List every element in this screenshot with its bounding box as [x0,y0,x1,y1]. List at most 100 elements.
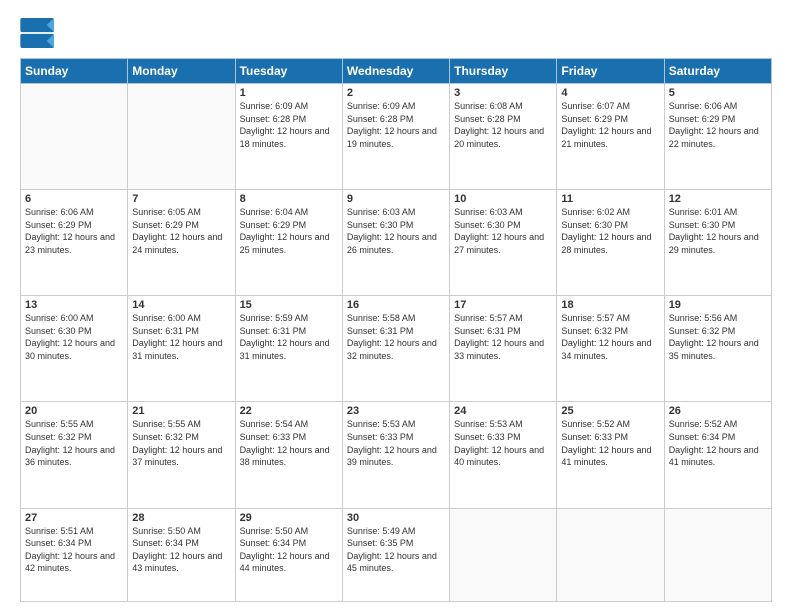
day-info: Sunrise: 6:00 AM Sunset: 6:30 PM Dayligh… [25,312,123,362]
day-info: Sunrise: 5:50 AM Sunset: 6:34 PM Dayligh… [132,525,230,575]
day-number: 29 [240,512,338,524]
day-number: 24 [454,405,552,417]
weekday-sunday: Sunday [21,59,128,84]
day-number: 19 [669,299,767,311]
calendar-cell: 22Sunrise: 5:54 AM Sunset: 6:33 PM Dayli… [235,402,342,508]
day-info: Sunrise: 5:57 AM Sunset: 6:31 PM Dayligh… [454,312,552,362]
day-info: Sunrise: 5:55 AM Sunset: 6:32 PM Dayligh… [132,418,230,468]
calendar-cell: 30Sunrise: 5:49 AM Sunset: 6:35 PM Dayli… [342,508,449,601]
calendar-cell: 6Sunrise: 6:06 AM Sunset: 6:29 PM Daylig… [21,190,128,296]
calendar-cell: 16Sunrise: 5:58 AM Sunset: 6:31 PM Dayli… [342,296,449,402]
week-row-4: 20Sunrise: 5:55 AM Sunset: 6:32 PM Dayli… [21,402,772,508]
calendar-table: SundayMondayTuesdayWednesdayThursdayFrid… [20,58,772,602]
weekday-header-row: SundayMondayTuesdayWednesdayThursdayFrid… [21,59,772,84]
day-number: 4 [561,87,659,99]
weekday-monday: Monday [128,59,235,84]
calendar-cell: 25Sunrise: 5:52 AM Sunset: 6:33 PM Dayli… [557,402,664,508]
day-number: 11 [561,193,659,205]
day-info: Sunrise: 5:53 AM Sunset: 6:33 PM Dayligh… [347,418,445,468]
day-info: Sunrise: 6:01 AM Sunset: 6:30 PM Dayligh… [669,206,767,256]
week-row-2: 6Sunrise: 6:06 AM Sunset: 6:29 PM Daylig… [21,190,772,296]
day-info: Sunrise: 5:54 AM Sunset: 6:33 PM Dayligh… [240,418,338,468]
calendar-cell [664,508,771,601]
day-number: 30 [347,512,445,524]
day-info: Sunrise: 5:50 AM Sunset: 6:34 PM Dayligh… [240,525,338,575]
calendar-cell: 12Sunrise: 6:01 AM Sunset: 6:30 PM Dayli… [664,190,771,296]
calendar-cell: 23Sunrise: 5:53 AM Sunset: 6:33 PM Dayli… [342,402,449,508]
day-number: 8 [240,193,338,205]
calendar-cell: 10Sunrise: 6:03 AM Sunset: 6:30 PM Dayli… [450,190,557,296]
day-info: Sunrise: 5:59 AM Sunset: 6:31 PM Dayligh… [240,312,338,362]
weekday-saturday: Saturday [664,59,771,84]
header [20,18,772,48]
day-info: Sunrise: 5:55 AM Sunset: 6:32 PM Dayligh… [25,418,123,468]
day-number: 15 [240,299,338,311]
calendar-cell [128,84,235,190]
calendar-cell: 1Sunrise: 6:09 AM Sunset: 6:28 PM Daylig… [235,84,342,190]
day-info: Sunrise: 6:03 AM Sunset: 6:30 PM Dayligh… [347,206,445,256]
calendar-cell: 2Sunrise: 6:09 AM Sunset: 6:28 PM Daylig… [342,84,449,190]
day-number: 6 [25,193,123,205]
calendar-cell [21,84,128,190]
day-number: 22 [240,405,338,417]
calendar-cell: 14Sunrise: 6:00 AM Sunset: 6:31 PM Dayli… [128,296,235,402]
calendar-cell: 27Sunrise: 5:51 AM Sunset: 6:34 PM Dayli… [21,508,128,601]
day-info: Sunrise: 6:02 AM Sunset: 6:30 PM Dayligh… [561,206,659,256]
day-number: 1 [240,87,338,99]
day-number: 17 [454,299,552,311]
calendar-cell [557,508,664,601]
calendar-cell: 7Sunrise: 6:05 AM Sunset: 6:29 PM Daylig… [128,190,235,296]
day-number: 3 [454,87,552,99]
day-info: Sunrise: 5:56 AM Sunset: 6:32 PM Dayligh… [669,312,767,362]
calendar-cell: 9Sunrise: 6:03 AM Sunset: 6:30 PM Daylig… [342,190,449,296]
calendar-cell: 15Sunrise: 5:59 AM Sunset: 6:31 PM Dayli… [235,296,342,402]
calendar-cell: 19Sunrise: 5:56 AM Sunset: 6:32 PM Dayli… [664,296,771,402]
day-number: 27 [25,512,123,524]
day-info: Sunrise: 6:06 AM Sunset: 6:29 PM Dayligh… [669,100,767,150]
day-info: Sunrise: 5:49 AM Sunset: 6:35 PM Dayligh… [347,525,445,575]
day-info: Sunrise: 6:06 AM Sunset: 6:29 PM Dayligh… [25,206,123,256]
day-info: Sunrise: 5:57 AM Sunset: 6:32 PM Dayligh… [561,312,659,362]
day-number: 16 [347,299,445,311]
day-number: 10 [454,193,552,205]
day-info: Sunrise: 5:52 AM Sunset: 6:33 PM Dayligh… [561,418,659,468]
day-number: 9 [347,193,445,205]
day-number: 7 [132,193,230,205]
day-number: 14 [132,299,230,311]
calendar-cell: 3Sunrise: 6:08 AM Sunset: 6:28 PM Daylig… [450,84,557,190]
calendar-cell: 11Sunrise: 6:02 AM Sunset: 6:30 PM Dayli… [557,190,664,296]
week-row-5: 27Sunrise: 5:51 AM Sunset: 6:34 PM Dayli… [21,508,772,601]
day-info: Sunrise: 6:03 AM Sunset: 6:30 PM Dayligh… [454,206,552,256]
day-info: Sunrise: 5:52 AM Sunset: 6:34 PM Dayligh… [669,418,767,468]
calendar-cell: 29Sunrise: 5:50 AM Sunset: 6:34 PM Dayli… [235,508,342,601]
calendar-cell [450,508,557,601]
day-info: Sunrise: 6:09 AM Sunset: 6:28 PM Dayligh… [240,100,338,150]
weekday-tuesday: Tuesday [235,59,342,84]
day-info: Sunrise: 6:00 AM Sunset: 6:31 PM Dayligh… [132,312,230,362]
calendar-cell: 21Sunrise: 5:55 AM Sunset: 6:32 PM Dayli… [128,402,235,508]
day-number: 2 [347,87,445,99]
day-number: 28 [132,512,230,524]
calendar-cell: 26Sunrise: 5:52 AM Sunset: 6:34 PM Dayli… [664,402,771,508]
calendar-cell: 8Sunrise: 6:04 AM Sunset: 6:29 PM Daylig… [235,190,342,296]
day-number: 21 [132,405,230,417]
day-info: Sunrise: 6:09 AM Sunset: 6:28 PM Dayligh… [347,100,445,150]
weekday-friday: Friday [557,59,664,84]
day-number: 23 [347,405,445,417]
day-number: 12 [669,193,767,205]
day-info: Sunrise: 5:51 AM Sunset: 6:34 PM Dayligh… [25,525,123,575]
calendar-cell: 18Sunrise: 5:57 AM Sunset: 6:32 PM Dayli… [557,296,664,402]
day-info: Sunrise: 6:05 AM Sunset: 6:29 PM Dayligh… [132,206,230,256]
day-number: 25 [561,405,659,417]
logo-icon [20,18,56,48]
day-number: 5 [669,87,767,99]
logo [20,18,58,48]
day-info: Sunrise: 6:04 AM Sunset: 6:29 PM Dayligh… [240,206,338,256]
calendar-cell: 13Sunrise: 6:00 AM Sunset: 6:30 PM Dayli… [21,296,128,402]
calendar-cell: 17Sunrise: 5:57 AM Sunset: 6:31 PM Dayli… [450,296,557,402]
day-number: 26 [669,405,767,417]
day-number: 13 [25,299,123,311]
calendar-cell: 24Sunrise: 5:53 AM Sunset: 6:33 PM Dayli… [450,402,557,508]
calendar-cell: 28Sunrise: 5:50 AM Sunset: 6:34 PM Dayli… [128,508,235,601]
week-row-3: 13Sunrise: 6:00 AM Sunset: 6:30 PM Dayli… [21,296,772,402]
